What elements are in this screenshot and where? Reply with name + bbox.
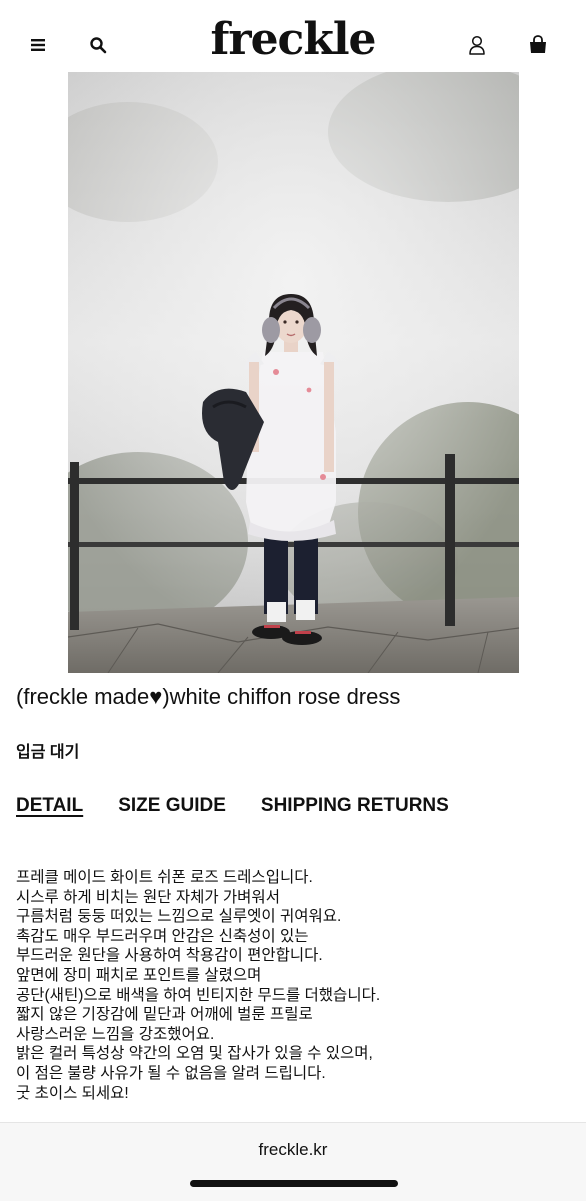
stock-status: 입금 대기 [16,744,80,761]
description-line: 시스루 하게 비치는 원단 자체가 가벼워서 [16,888,280,906]
description-line: 앞면에 장미 패치로 포인트를 살렸으며 [16,966,262,984]
description-line: 구름처럼 둥둥 떠있는 느낌으로 실루엣이 귀여워요. [16,908,342,926]
product-tabs: DETAIL SIZE GUIDE SHIPPING RETURNS [16,795,449,817]
description-line: 이 점은 불량 사유가 될 수 없음을 알려 드립니다. [16,1064,326,1082]
description-line: 밝은 컬러 특성상 약간의 오염 및 잡사가 있을 수 있으며, [16,1045,373,1063]
description-line: 짧지 않은 기장감에 밑단과 어깨에 벌룬 프릴로 [16,1006,313,1024]
tab-size-guide[interactable]: SIZE GUIDE [118,795,226,817]
description-line: 공단(새틴)으로 배색을 하여 빈티지한 무드를 더했습니다. [16,986,381,1004]
description-line: 촉감도 매우 부드러우며 안감은 신축성이 있는 [16,927,309,945]
description-line: 굿 초이스 되세요! [16,1084,129,1102]
description-line: 프레클 메이드 화이트 쉬폰 로즈 드레스입니다. [16,869,313,886]
tab-shipping-returns[interactable]: SHIPPING RETURNS [261,795,449,817]
product-image[interactable] [68,72,519,673]
user-icon[interactable] [466,34,488,56]
tab-detail[interactable]: DETAIL [16,795,83,817]
home-indicator[interactable] [190,1180,398,1187]
logo[interactable]: freckle [0,14,586,65]
browser-address-bar [0,1122,586,1201]
shopping-bag-icon[interactable] [527,34,549,56]
product-description: 프레클 메이드 화이트 쉬폰 로즈 드레스입니다. 시스루 하게 비치는 원단 … [16,868,576,1103]
description-line: 부드러운 원단을 사용하여 착용감이 편안합니다. [16,947,323,965]
address-url[interactable]: freckle.kr [0,1140,586,1160]
description-line: 사랑스러운 느낌을 강조했어요. [16,1025,215,1043]
product-title: (freckle made♥)white chiffon rose dress [16,684,401,709]
